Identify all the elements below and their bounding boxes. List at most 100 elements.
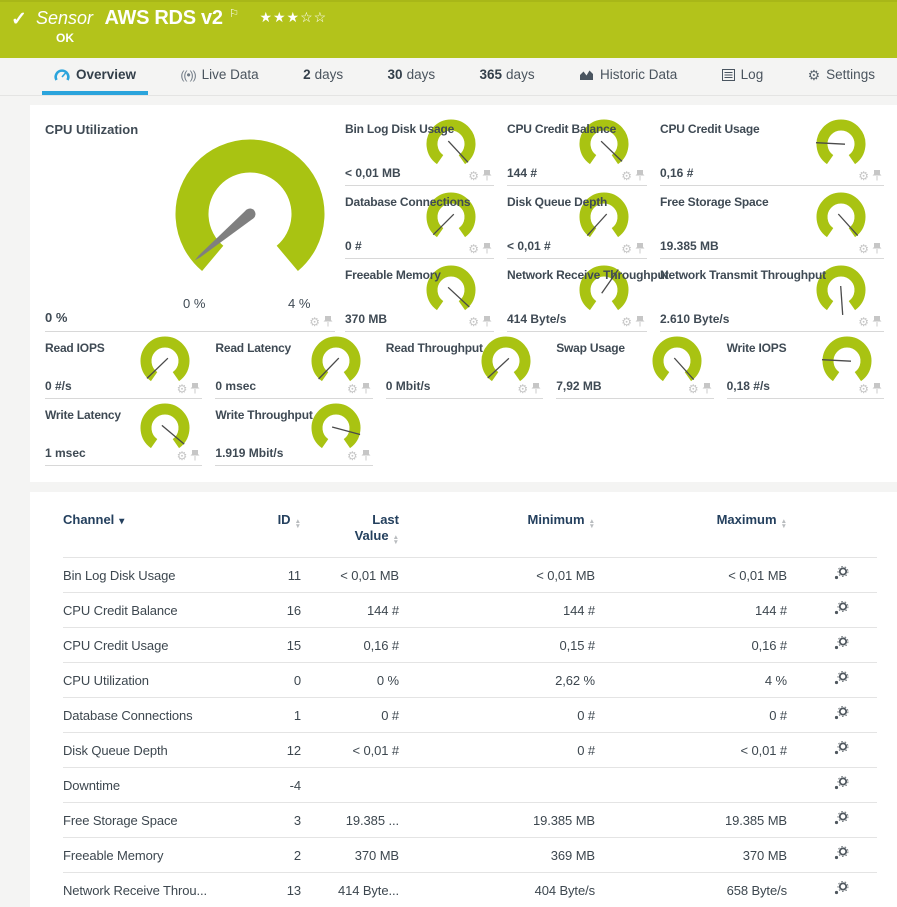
cell-channel[interactable]: CPU Utilization: [63, 663, 241, 698]
channel-settings-icon[interactable]: [833, 776, 849, 794]
channel-settings-icon[interactable]: [833, 706, 849, 724]
gauge-tile-read-iops[interactable]: Read IOPS 0 #/s⚙: [45, 332, 202, 399]
gear-icon[interactable]: ⚙: [517, 383, 528, 395]
gauge-tile-network-receive-throughput[interactable]: Network Receive Throughput 414 Byte/s⚙: [507, 259, 647, 332]
gear-icon[interactable]: ⚙: [858, 170, 869, 182]
tab-live-data[interactable]: ((•))Live Data: [168, 58, 270, 95]
gauge-tile-swap-usage[interactable]: Swap Usage 7,92 MB⚙: [556, 332, 713, 399]
col-header-last-value[interactable]: Last Value▲▼: [301, 508, 399, 558]
gauge-tile-read-throughput[interactable]: Read Throughput 0 Mbit/s⚙: [386, 332, 543, 399]
tab-label: Settings: [826, 67, 875, 82]
gear-icon[interactable]: ⚙: [177, 383, 188, 395]
gear-icon[interactable]: ⚙: [177, 450, 188, 462]
gear-icon[interactable]: ⚙: [858, 383, 869, 395]
cell-channel[interactable]: Free Storage Space: [63, 803, 241, 838]
gauge-tile-cpu-credit-balance[interactable]: CPU Credit Balance 144 #⚙: [507, 113, 647, 186]
cell-channel[interactable]: CPU Credit Usage: [63, 628, 241, 663]
gauge-tile-cpu-credit-usage[interactable]: CPU Credit Usage 0,16 #⚙: [660, 113, 884, 186]
gear-icon[interactable]: ⚙: [309, 316, 320, 328]
channel-value: < 0,01 MB: [345, 166, 401, 180]
channel-settings-icon[interactable]: [833, 846, 849, 864]
flag-icon[interactable]: ⚐: [229, 8, 239, 20]
gauge-tile-database-connections[interactable]: Database Connections 0 #⚙: [345, 186, 494, 259]
channel-value: 19.385 MB: [660, 239, 719, 253]
cell-channel[interactable]: Bin Log Disk Usage: [63, 558, 241, 593]
cell-channel[interactable]: CPU Credit Balance: [63, 593, 241, 628]
cell-channel[interactable]: Downtime: [63, 768, 241, 803]
pin-icon[interactable]: [872, 169, 882, 182]
tab-historic-data[interactable]: Historic Data: [567, 58, 689, 95]
pin-icon[interactable]: [190, 449, 200, 462]
pin-icon[interactable]: [872, 382, 882, 395]
channel-settings-icon[interactable]: [833, 636, 849, 654]
gauge-tile-write-latency[interactable]: Write Latency 1 msec⚙: [45, 399, 202, 466]
sensor-kind-label: Sensor: [36, 8, 93, 28]
sensor-title: AWS RDS v2: [105, 7, 223, 29]
gauge-tile-write-iops[interactable]: Write IOPS 0,18 #/s ⚙: [727, 332, 884, 399]
col-header-maximum[interactable]: Maximum▲▼: [595, 508, 787, 558]
tab-settings[interactable]: ⚙Settings: [796, 58, 887, 95]
channel-settings-icon[interactable]: [833, 881, 849, 899]
pin-icon[interactable]: [323, 315, 333, 328]
gear-icon[interactable]: ⚙: [621, 243, 632, 255]
pin-icon[interactable]: [872, 242, 882, 255]
tab-log[interactable]: Log: [710, 58, 776, 95]
gear-icon[interactable]: ⚙: [688, 383, 699, 395]
channel-settings-icon[interactable]: [833, 671, 849, 689]
gear-icon[interactable]: ⚙: [621, 170, 632, 182]
gauge-tile-freeable-memory[interactable]: Freeable Memory 370 MB⚙: [345, 259, 494, 332]
gear-icon[interactable]: ⚙: [858, 316, 869, 328]
gauge-tile-free-storage-space[interactable]: Free Storage Space 19.385 MB⚙: [660, 186, 884, 259]
tab-label: Live Data: [202, 67, 259, 82]
col-header-channel[interactable]: Channel▾: [63, 508, 241, 558]
col-header-id[interactable]: ID▲▼: [241, 508, 301, 558]
gauge-tile-bin-log-disk-usage[interactable]: Bin Log Disk Usage < 0,01 MB⚙: [345, 113, 494, 186]
channel-settings-icon[interactable]: [833, 811, 849, 829]
tab-30-days[interactable]: 30days: [376, 58, 448, 95]
pin-icon[interactable]: [635, 169, 645, 182]
gear-icon[interactable]: ⚙: [468, 243, 479, 255]
pin-icon[interactable]: [361, 382, 371, 395]
cell-channel[interactable]: Network Receive Throu...: [63, 873, 241, 907]
pin-icon[interactable]: [872, 315, 882, 328]
pin-icon[interactable]: [361, 449, 371, 462]
cell-maximum: 0,16 #: [595, 628, 787, 663]
cell-channel[interactable]: Database Connections: [63, 698, 241, 733]
gear-icon[interactable]: ⚙: [468, 316, 479, 328]
cell-last-value: 19.385 ...: [301, 803, 399, 838]
tab-2-days[interactable]: 2days: [291, 58, 355, 95]
gear-icon[interactable]: ⚙: [347, 383, 358, 395]
cell-channel[interactable]: Disk Queue Depth: [63, 733, 241, 768]
gear-icon[interactable]: ⚙: [347, 450, 358, 462]
pin-icon[interactable]: [635, 315, 645, 328]
gauge-tile-read-latency[interactable]: Read Latency 0 msec⚙: [215, 332, 372, 399]
cell-id: 1: [241, 698, 301, 733]
gear-icon[interactable]: ⚙: [858, 243, 869, 255]
pin-icon[interactable]: [482, 242, 492, 255]
tab-365-days[interactable]: 365days: [468, 58, 547, 95]
pin-icon[interactable]: [190, 382, 200, 395]
gauge-tile-cpu-utilization-main[interactable]: CPU Utilization 0 % 4 % 0 % ⚙: [45, 113, 335, 332]
pin-icon[interactable]: [702, 382, 712, 395]
cell-channel[interactable]: Freeable Memory: [63, 838, 241, 873]
channel-label: CPU Credit Usage: [660, 113, 884, 136]
channel-settings-icon[interactable]: [833, 566, 849, 584]
channel-label: Write IOPS: [727, 332, 884, 355]
cell-id: -4: [241, 768, 301, 803]
gauge-tile-network-transmit-throughput[interactable]: Network Transmit Throughput 2.610 Byte/s…: [660, 259, 884, 332]
gear-icon[interactable]: ⚙: [468, 170, 479, 182]
sort-desc-icon: ▾: [119, 516, 124, 527]
pin-icon[interactable]: [482, 169, 492, 182]
pin-icon[interactable]: [531, 382, 541, 395]
gauge-tile-disk-queue-depth[interactable]: Disk Queue Depth < 0,01 #⚙: [507, 186, 647, 259]
channel-settings-icon[interactable]: [833, 741, 849, 759]
channel-settings-icon[interactable]: [833, 601, 849, 619]
pin-icon[interactable]: [635, 242, 645, 255]
gauge-tile-write-throughput[interactable]: Write Throughput 1.919 Mbit/s⚙: [215, 399, 372, 466]
gear-icon[interactable]: ⚙: [621, 316, 632, 328]
rating-stars[interactable]: ★★★☆☆: [259, 9, 327, 25]
tab-overview[interactable]: Overview: [42, 58, 148, 95]
col-header-minimum[interactable]: Minimum▲▼: [399, 508, 595, 558]
pin-icon[interactable]: [482, 315, 492, 328]
channel-value: 0,18 #/s: [727, 379, 770, 393]
